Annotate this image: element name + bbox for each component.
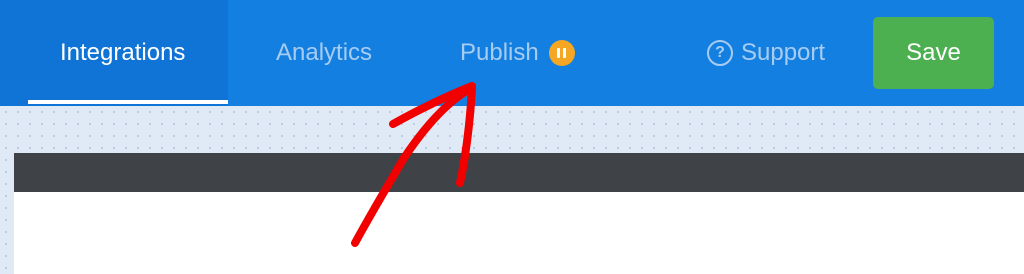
- save-button-label: Save: [906, 39, 961, 66]
- support-label: Support: [741, 39, 826, 66]
- save-button[interactable]: Save: [873, 17, 994, 89]
- tab-publish-label: Publish: [460, 39, 539, 66]
- tab-integrations[interactable]: Integrations: [60, 0, 185, 106]
- pause-icon: [548, 40, 575, 66]
- tab-integrations-label: Integrations: [60, 39, 186, 66]
- tab-analytics[interactable]: Analytics: [276, 0, 372, 106]
- active-tab-underline: [28, 100, 228, 104]
- tab-analytics-label: Analytics: [276, 39, 373, 66]
- question-circle-icon: ?: [707, 40, 733, 66]
- form-preview-header: [14, 153, 1024, 192]
- form-preview-frame: [14, 153, 1024, 274]
- tab-publish[interactable]: Publish: [460, 0, 575, 106]
- support-link[interactable]: ? Support: [707, 0, 825, 106]
- top-navigation-bar: Integrations Analytics Publish ? Support…: [0, 0, 1024, 106]
